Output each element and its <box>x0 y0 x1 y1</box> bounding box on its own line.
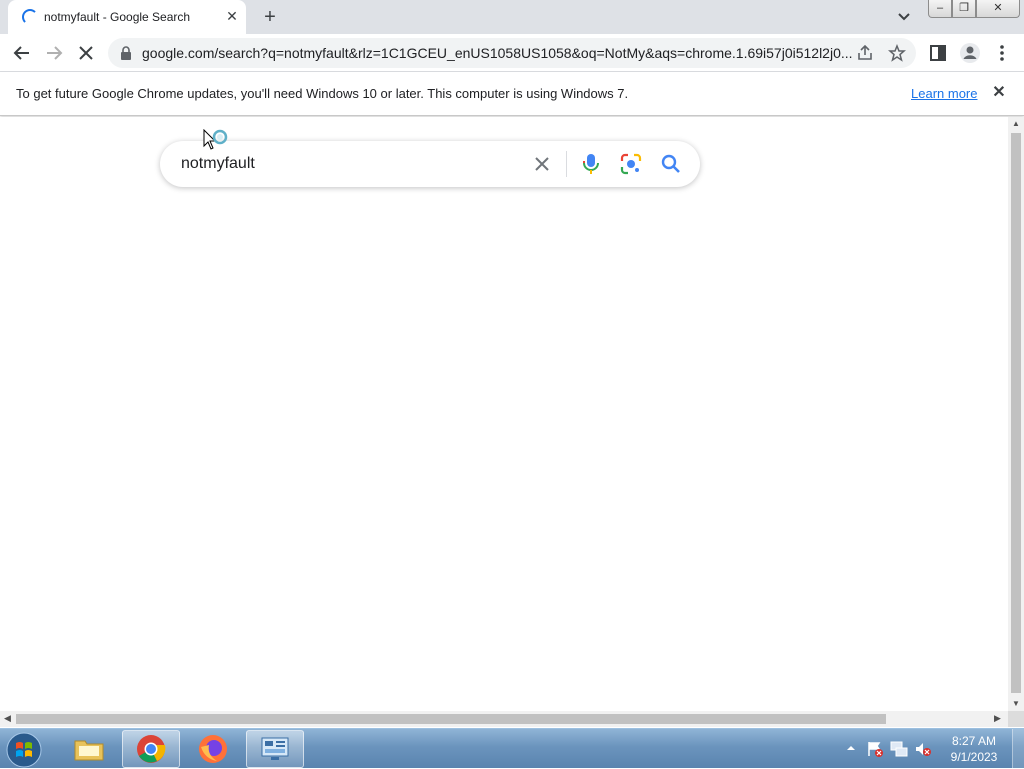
tab-google-search[interactable]: notmyfault - Google Search ✕ <box>8 0 246 34</box>
action-center-icon[interactable] <box>866 740 884 758</box>
taskbar-explorer[interactable] <box>60 730 118 768</box>
volume-muted-icon[interactable] <box>914 740 932 758</box>
taskbar-clock[interactable]: 8:27 AM 9/1/2023 <box>944 733 1004 765</box>
scroll-up-icon[interactable]: ▲ <box>1012 119 1020 128</box>
horizontal-scroll-thumb[interactable] <box>16 714 886 724</box>
windows-taskbar: 8:27 AM 9/1/2023 <box>0 728 1024 769</box>
search-box[interactable]: notmyfault <box>160 141 700 187</box>
restore-label: ❐ <box>959 2 969 14</box>
vertical-scroll-thumb[interactable] <box>1011 133 1021 693</box>
profile-icon[interactable] <box>958 41 982 65</box>
search-divider <box>566 151 567 177</box>
minimize-label: – <box>936 2 944 14</box>
infobar-message: To get future Google Chrome updates, you… <box>16 86 629 101</box>
stop-icon[interactable] <box>74 41 98 65</box>
menu-icon[interactable] <box>990 41 1014 65</box>
address-bar[interactable]: google.com/search?q=notmyfault&rlz=1C1GC… <box>108 38 916 68</box>
new-tab-button[interactable]: + <box>258 5 282 29</box>
restore-button[interactable]: ❐ <box>952 0 976 18</box>
taskbar-control-panel[interactable] <box>246 730 304 768</box>
network-icon[interactable] <box>890 740 908 758</box>
taskbar-firefox[interactable] <box>184 730 242 768</box>
browser-toolbar: google.com/search?q=notmyfault&rlz=1C1GC… <box>0 34 1024 72</box>
busy-cursor-icon <box>203 129 228 150</box>
mic-icon[interactable] <box>580 152 602 176</box>
infobar-close-icon[interactable]: ✕ <box>990 84 1008 102</box>
scroll-right-icon[interactable]: ▶ <box>994 713 1001 724</box>
update-infobar: To get future Google Chrome updates, you… <box>0 72 1024 116</box>
clear-icon[interactable] <box>532 154 552 174</box>
search-input[interactable]: notmyfault <box>181 155 255 173</box>
share-icon[interactable] <box>856 44 874 62</box>
tab-title: notmyfault - Google Search <box>44 10 191 24</box>
url-text[interactable]: google.com/search?q=notmyfault&rlz=1C1GC… <box>142 45 852 61</box>
scroll-down-icon[interactable]: ▼ <box>1012 699 1020 708</box>
loading-spinner-icon <box>22 9 38 25</box>
clock-time: 8:27 AM <box>951 734 997 748</box>
start-button-icon[interactable] <box>4 731 44 769</box>
horizontal-scrollbar[interactable]: ◀ ▶ <box>0 711 1008 727</box>
chrome-icon <box>137 735 166 763</box>
forward-icon[interactable] <box>42 41 66 65</box>
clock-date: 9/1/2023 <box>950 750 998 764</box>
lock-icon[interactable] <box>120 46 132 60</box>
star-icon[interactable] <box>888 44 906 62</box>
window-close-label: ✕ <box>993 2 1003 14</box>
scroll-left-icon[interactable]: ◀ <box>4 713 11 724</box>
system-tray <box>840 729 950 769</box>
scrollbar-corner <box>1008 711 1024 727</box>
firefox-icon <box>199 735 227 763</box>
show-hidden-icons-icon[interactable] <box>846 743 856 753</box>
page-content: notmyfault <box>0 117 1008 711</box>
vertical-scrollbar[interactable]: ▲ ▼ <box>1008 117 1024 711</box>
minimize-button[interactable]: – <box>928 0 952 18</box>
taskbar-chrome[interactable] <box>122 730 180 768</box>
back-icon[interactable] <box>10 41 34 65</box>
control-panel-icon <box>261 737 289 760</box>
folder-icon <box>74 740 104 761</box>
lens-icon[interactable] <box>620 153 642 175</box>
tab-close-icon[interactable]: ✕ <box>224 8 240 24</box>
tab-strip: notmyfault - Google Search ✕ + – ❐ ✕ <box>0 0 1024 34</box>
show-desktop-button[interactable] <box>1012 729 1024 769</box>
search-icon[interactable] <box>660 153 682 175</box>
tab-search-chevron-icon[interactable] <box>894 8 914 26</box>
window-close-button[interactable]: ✕ <box>976 0 1020 18</box>
side-panel-icon[interactable] <box>926 41 950 65</box>
learn-more-link[interactable]: Learn more <box>911 86 977 101</box>
